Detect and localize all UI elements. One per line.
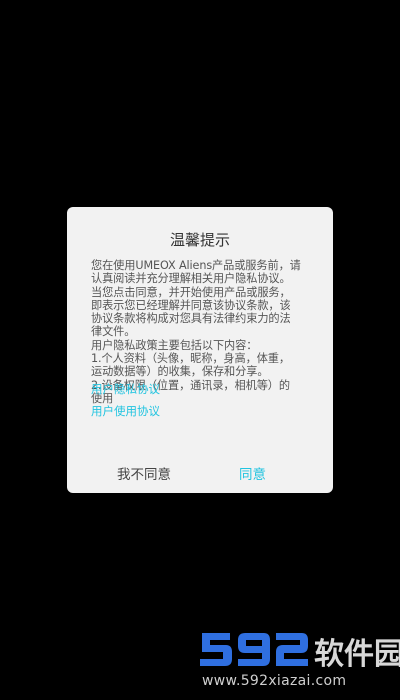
privacy-dialog: 温馨提示 您在使用UMEOX Aliens产品或服务前，请 认真阅读并充分理解相… (67, 207, 333, 493)
body-line: 您在使用UMEOX Aliens产品或服务前，请 (91, 259, 301, 272)
body-line: 用户隐私政策主要包括以下内容： (91, 338, 258, 352)
watermark-url: www.592xiazai.com (202, 673, 347, 689)
body-line: 律文件。 (91, 325, 136, 339)
site-watermark: 软件园 www.592xiazai.com (196, 625, 400, 700)
body-line: 当您点击同意，并开始使用产品或服务， (91, 285, 291, 299)
agreement-links: 用户隐私协议 用户使用协议 (91, 382, 291, 426)
body-line: 协议条款将构成对您具有法律约束力的法 (91, 312, 291, 326)
body-line: 1.个人资料（头像，昵称，身高，体重， (91, 352, 290, 366)
privacy-policy-link[interactable]: 用户隐私协议 (91, 382, 291, 396)
screen: 温馨提示 您在使用UMEOX Aliens产品或服务前，请 认真阅读并充分理解相… (0, 0, 400, 700)
body-line: 认真阅读并充分理解相关用户隐私协议。 (91, 272, 291, 286)
dialog-title: 温馨提示 (169, 231, 230, 249)
svg-text:软件园: 软件园 (314, 637, 400, 672)
body-line: 即表示您已经理解并同意该协议条款，该 (91, 298, 291, 312)
decline-button[interactable]: 我不同意 (117, 466, 171, 484)
body-line: 运动数据等）的收集，保存和分享。 (91, 365, 269, 379)
dialog-actions: 我不同意 同意 (67, 466, 333, 484)
terms-of-use-link[interactable]: 用户使用协议 (91, 404, 291, 418)
agree-button[interactable]: 同意 (239, 466, 266, 484)
watermark-brand-text: 软件园 (314, 637, 400, 672)
